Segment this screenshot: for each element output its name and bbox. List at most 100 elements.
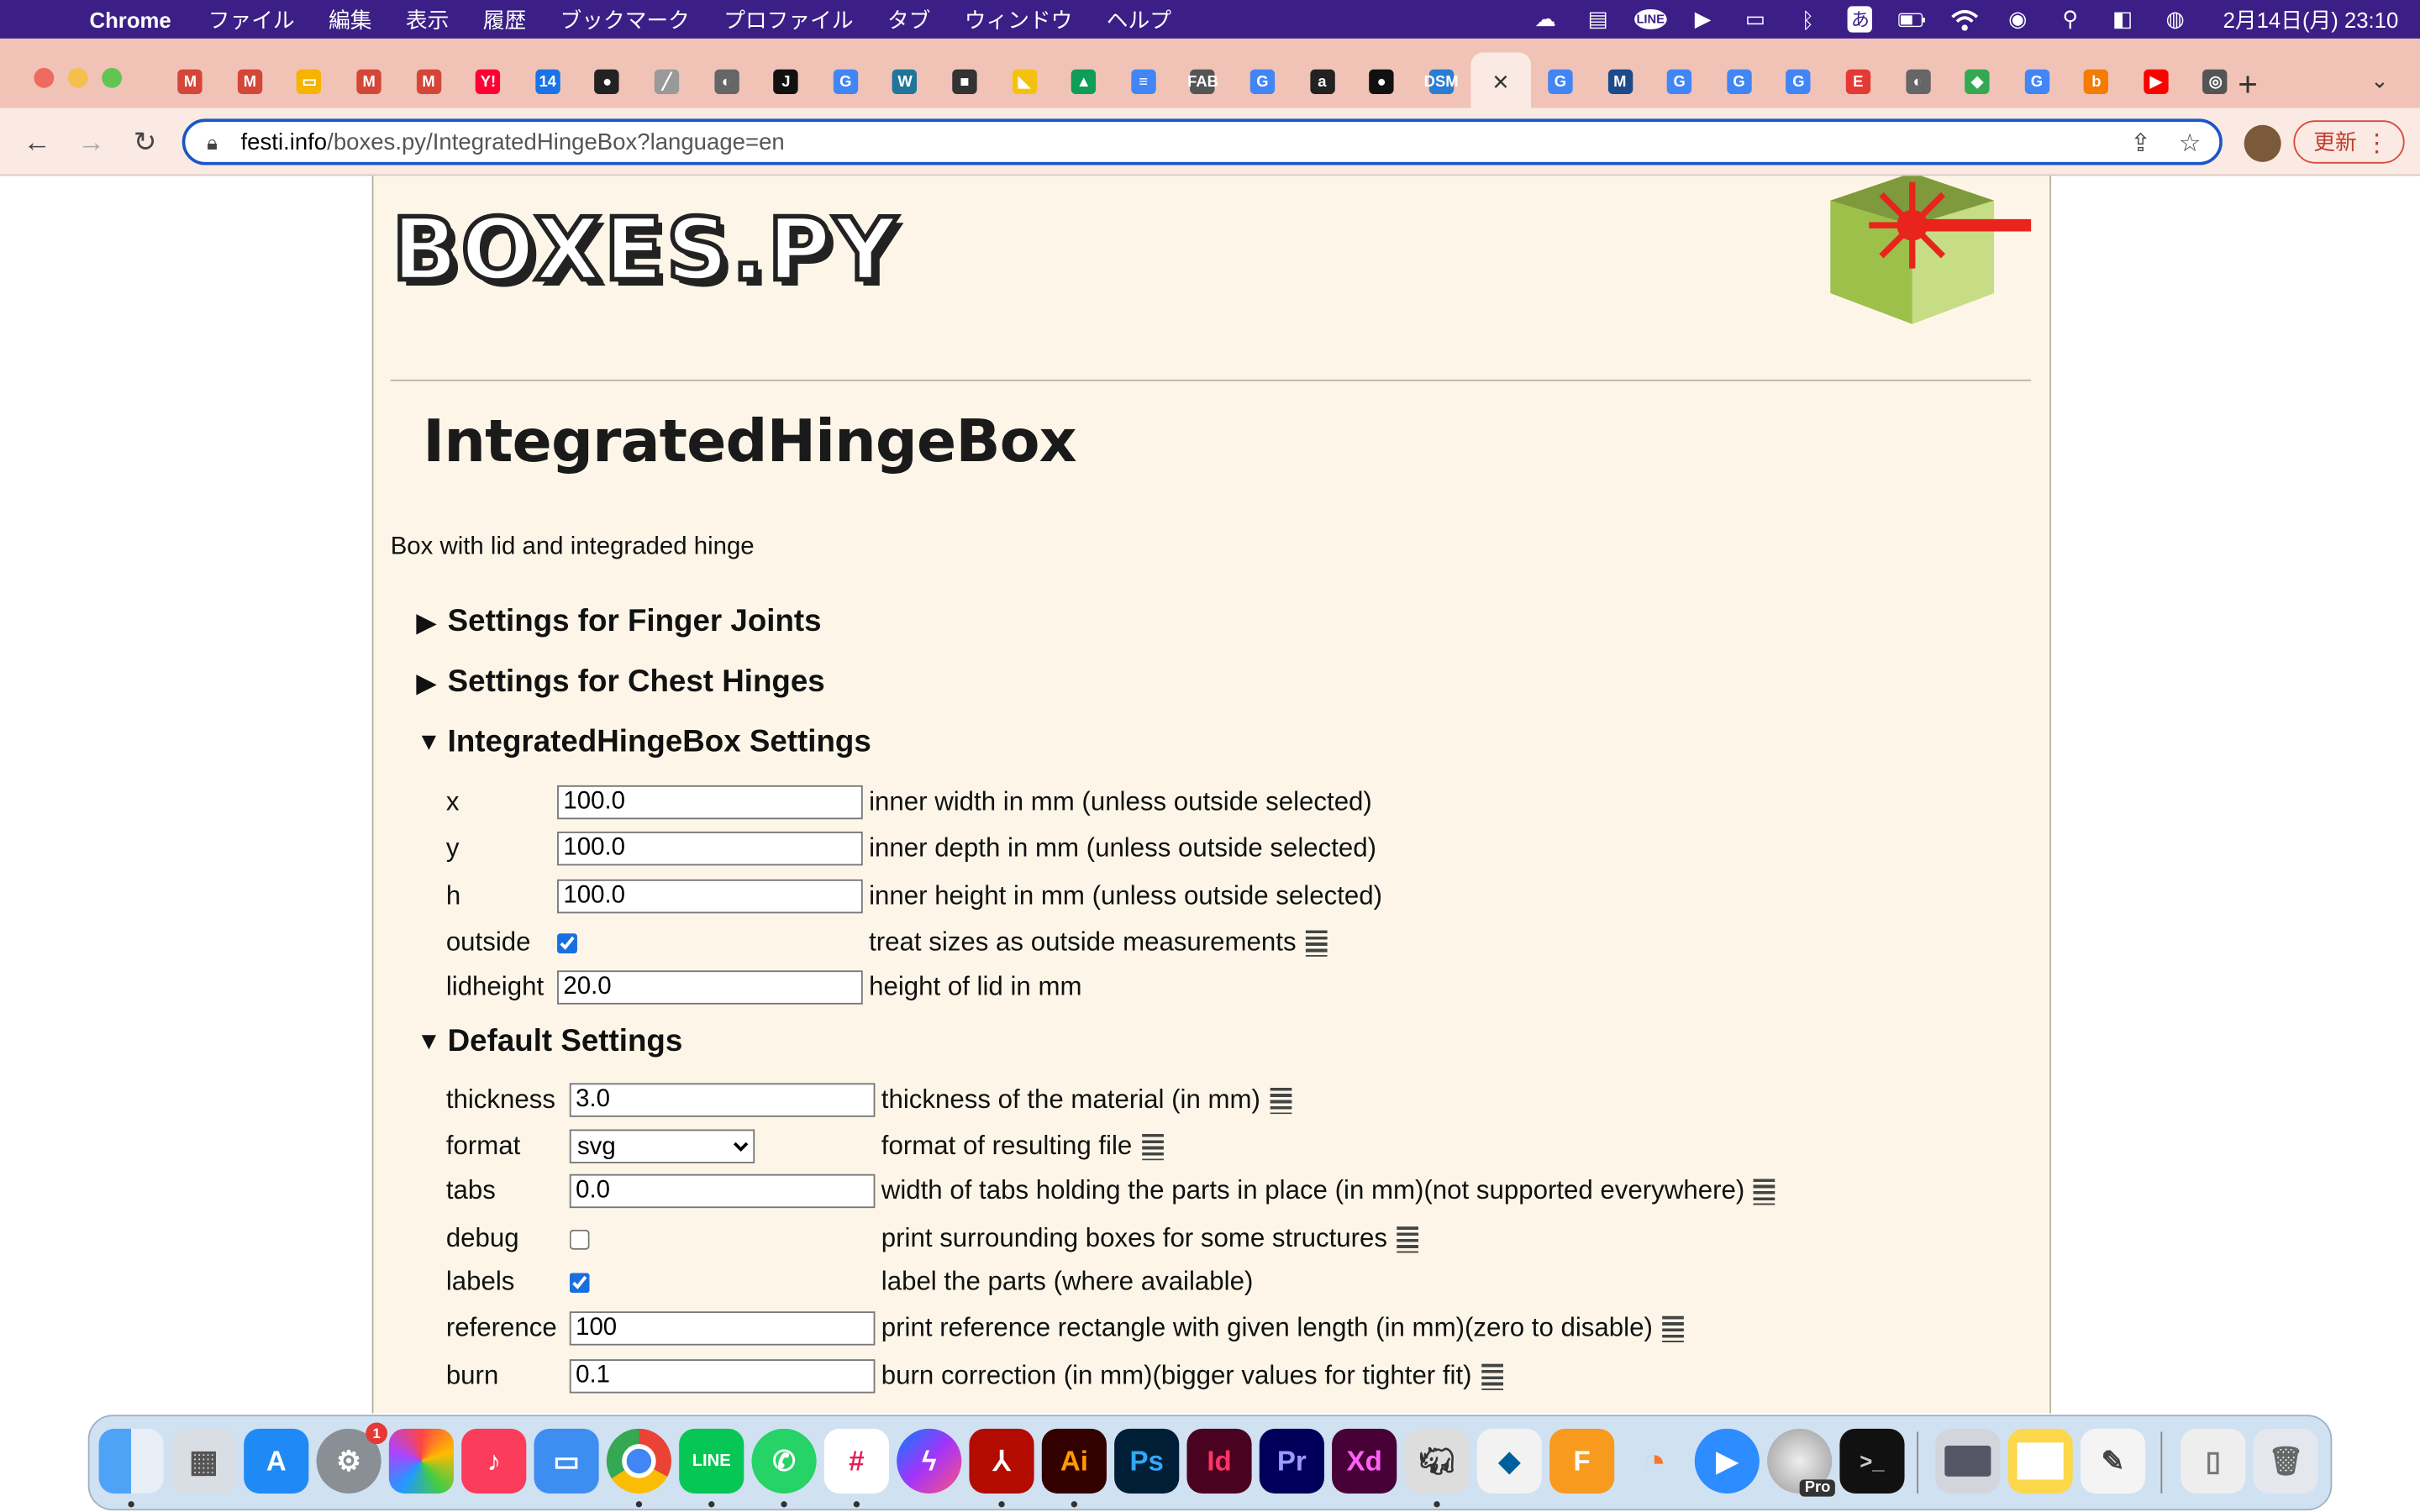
stacks-icon[interactable] — [1935, 1428, 2001, 1494]
whatsapp-icon[interactable]: ✆ — [751, 1428, 817, 1494]
browser-tab[interactable]: ■ — [935, 52, 995, 111]
zoom-window-button[interactable] — [102, 67, 123, 88]
play-icon[interactable]: ▶ — [1689, 6, 1717, 31]
clipboard-icon[interactable]: ▤ — [1584, 6, 1612, 31]
documentation-icon[interactable] — [1397, 1226, 1418, 1252]
documentation-icon[interactable] — [1481, 1362, 1503, 1389]
illustrator-icon[interactable]: Ai — [1041, 1428, 1107, 1494]
tabs-input[interactable] — [569, 1173, 876, 1209]
active-tab[interactable]: × — [1470, 52, 1531, 112]
thickness-input[interactable] — [569, 1083, 876, 1117]
sleep-icon[interactable]: ▭ — [1742, 6, 1770, 31]
browser-tab[interactable]: ◣ — [994, 52, 1054, 111]
browser-tab[interactable]: DSM — [1412, 52, 1471, 111]
finder-icon[interactable] — [98, 1428, 164, 1494]
address-bar[interactable]: 🔒︎ festi.info/boxes.py/IntegratedHingeBo… — [182, 118, 2223, 165]
minimize-window-button[interactable] — [67, 67, 88, 88]
browser-tab[interactable]: ● — [1352, 52, 1412, 111]
share-icon[interactable]: ⇪ — [2130, 128, 2151, 159]
sketchup-icon[interactable]: ◆ — [1476, 1428, 1542, 1494]
more-menu-icon[interactable]: ⋮ — [2365, 128, 2389, 159]
browser-tab[interactable]: a — [1292, 52, 1352, 111]
browser-tab[interactable]: ≡ — [1113, 52, 1173, 111]
user-icon[interactable]: ◉ — [2004, 6, 2032, 31]
documentation-icon[interactable] — [1141, 1133, 1164, 1160]
fusion-360-icon[interactable]: F — [1549, 1428, 1615, 1494]
browser-tab[interactable]: J — [756, 52, 816, 111]
browser-tab[interactable]: G — [1233, 52, 1292, 111]
indesign-icon[interactable]: Id — [1186, 1428, 1252, 1494]
menu-file[interactable]: ファイル — [208, 4, 295, 35]
rhinoceros-icon[interactable]: 🦏︎ — [1404, 1428, 1470, 1494]
app-menu-chrome[interactable]: Chrome — [90, 7, 171, 31]
browser-tab[interactable]: M — [399, 52, 459, 111]
h-input[interactable] — [557, 879, 863, 914]
browser-tab[interactable]: ▲ — [1054, 52, 1113, 111]
back-button[interactable]: ← — [18, 123, 55, 160]
lidheight-input[interactable] — [557, 970, 863, 1005]
battery-icon[interactable] — [1898, 7, 1927, 31]
browser-tab[interactable]: ● — [577, 52, 637, 111]
section-integrated-hinge-box[interactable]: ▼ IntegratedHingeBox Settings — [417, 725, 871, 760]
menu-help[interactable]: ヘルプ — [1107, 4, 1171, 35]
keynote-icon[interactable]: ▭ — [534, 1428, 599, 1494]
menu-view[interactable]: 表示 — [406, 4, 449, 35]
debug-checkbox[interactable] — [569, 1228, 590, 1249]
update-button[interactable]: 更新 ⋮ — [2293, 120, 2405, 164]
browser-tab[interactable]: G — [816, 52, 876, 111]
notes-icon[interactable] — [2007, 1428, 2073, 1494]
browser-tab[interactable]: M — [339, 52, 399, 111]
menu-window[interactable]: ウィンドウ — [965, 4, 1073, 35]
menu-history[interactable]: 履歴 — [483, 4, 526, 35]
trash-icon[interactable]: 🗑︎ — [2253, 1428, 2318, 1494]
browser-tab[interactable]: b — [2066, 52, 2126, 111]
siri-icon[interactable]: ◍ — [2161, 6, 2189, 31]
music-icon[interactable]: ♪ — [461, 1428, 527, 1494]
browser-tab[interactable]: M — [160, 52, 220, 111]
documentation-icon[interactable] — [1661, 1315, 1684, 1342]
chrome-icon[interactable] — [606, 1428, 671, 1494]
photos-icon[interactable] — [388, 1428, 455, 1494]
browser-tab[interactable]: 14 — [518, 52, 577, 111]
control-center-icon[interactable]: ◧ — [2109, 6, 2137, 31]
wifi-icon[interactable] — [1951, 7, 1979, 31]
browser-tab[interactable]: M — [220, 52, 280, 111]
browser-tab[interactable]: ╱ — [637, 52, 697, 111]
browser-tab[interactable]: FAB — [1173, 52, 1233, 111]
labels-checkbox[interactable] — [569, 1272, 590, 1293]
zoom-icon[interactable]: ▶ — [1694, 1428, 1760, 1494]
app-store-icon[interactable]: A — [244, 1428, 309, 1494]
document-icon[interactable]: ▯ — [2181, 1428, 2246, 1494]
launchpad-icon[interactable]: ▦ — [171, 1428, 237, 1494]
input-method-icon[interactable]: あ — [1846, 6, 1874, 33]
browser-tab[interactable]: M — [1590, 52, 1649, 111]
photoshop-icon[interactable]: Ps — [1114, 1428, 1180, 1494]
browser-tab[interactable]: G — [1769, 52, 1828, 111]
slack-icon[interactable]: # — [823, 1428, 889, 1494]
burn-input[interactable] — [569, 1359, 876, 1394]
messenger-icon[interactable]: ϟ — [897, 1428, 962, 1494]
menu-bookmarks[interactable]: ブックマーク — [560, 4, 690, 35]
menu-profiles[interactable]: プロファイル — [723, 4, 853, 35]
url-text[interactable]: festi.info/boxes.py/IntegratedHingeBox?l… — [241, 129, 785, 155]
documentation-icon[interactable] — [1305, 929, 1328, 956]
documentation-icon[interactable] — [1754, 1178, 1776, 1205]
reference-input[interactable] — [569, 1311, 876, 1346]
textedit-icon[interactable]: ✎ — [2080, 1428, 2146, 1494]
browser-tab[interactable]: G — [1530, 52, 1590, 111]
blender-icon[interactable]: ◔ — [1622, 1429, 1686, 1494]
acrobat-icon[interactable]: ⅄ — [969, 1428, 1034, 1494]
line-app-icon[interactable]: LINE — [679, 1428, 744, 1494]
section-finger-joints[interactable]: ▶ Settings for Finger Joints — [417, 605, 822, 640]
bluetooth-icon[interactable]: ᛒ — [1794, 7, 1822, 31]
browser-tab[interactable]: ◐ — [1888, 52, 1948, 111]
menu-edit[interactable]: 編集 — [329, 4, 371, 35]
browser-tab[interactable]: ◎ — [2186, 52, 2245, 111]
x-input[interactable] — [557, 785, 863, 820]
browser-tab[interactable]: ◐ — [697, 52, 756, 111]
search-icon[interactable]: ⚲ — [2056, 6, 2084, 31]
browser-tab[interactable]: W — [876, 52, 935, 111]
format-select[interactable]: svg — [569, 1129, 755, 1163]
premiere-icon[interactable]: Pr — [1259, 1428, 1324, 1494]
browser-tab[interactable]: Y! — [458, 52, 518, 111]
